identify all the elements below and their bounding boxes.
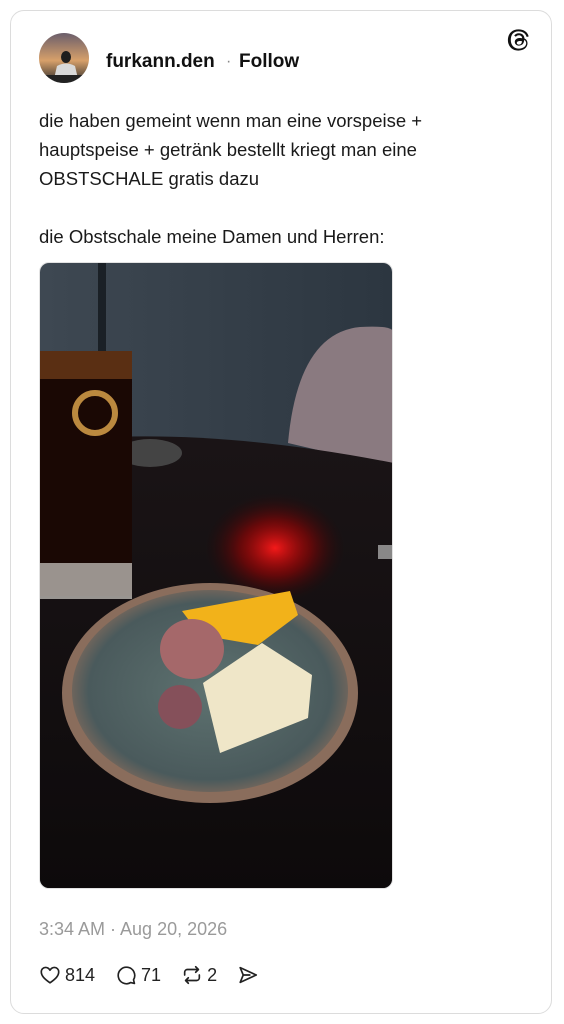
reply-button[interactable]: 71 — [115, 964, 161, 986]
like-count: 814 — [65, 965, 96, 985]
send-icon — [237, 964, 259, 986]
follow-button[interactable]: Follow — [239, 51, 299, 73]
repost-icon — [181, 964, 203, 986]
like-button[interactable]: 814 — [39, 964, 95, 986]
separator-dot: · — [226, 53, 232, 70]
speech-bubble-icon — [115, 964, 137, 986]
reply-count: 71 — [141, 965, 162, 985]
post-photo[interactable] — [39, 262, 393, 889]
threads-logo-icon[interactable] — [505, 26, 533, 54]
repost-count: 2 — [207, 965, 218, 985]
timestamp: 3:34 AM · Aug 20, 2026 — [39, 919, 228, 939]
post-text-paragraph-1: die haben gemeint wenn man eine vorspeis… — [39, 110, 423, 189]
avatar[interactable] — [39, 33, 89, 83]
heart-icon — [39, 964, 61, 986]
post-text-paragraph-2: die Obstschale meine Damen und Herren: — [39, 226, 385, 247]
repost-button[interactable]: 2 — [181, 964, 217, 986]
share-button[interactable] — [237, 964, 259, 986]
username[interactable]: furkann.den — [106, 51, 215, 73]
action-bar: 814 71 2 — [39, 962, 279, 988]
